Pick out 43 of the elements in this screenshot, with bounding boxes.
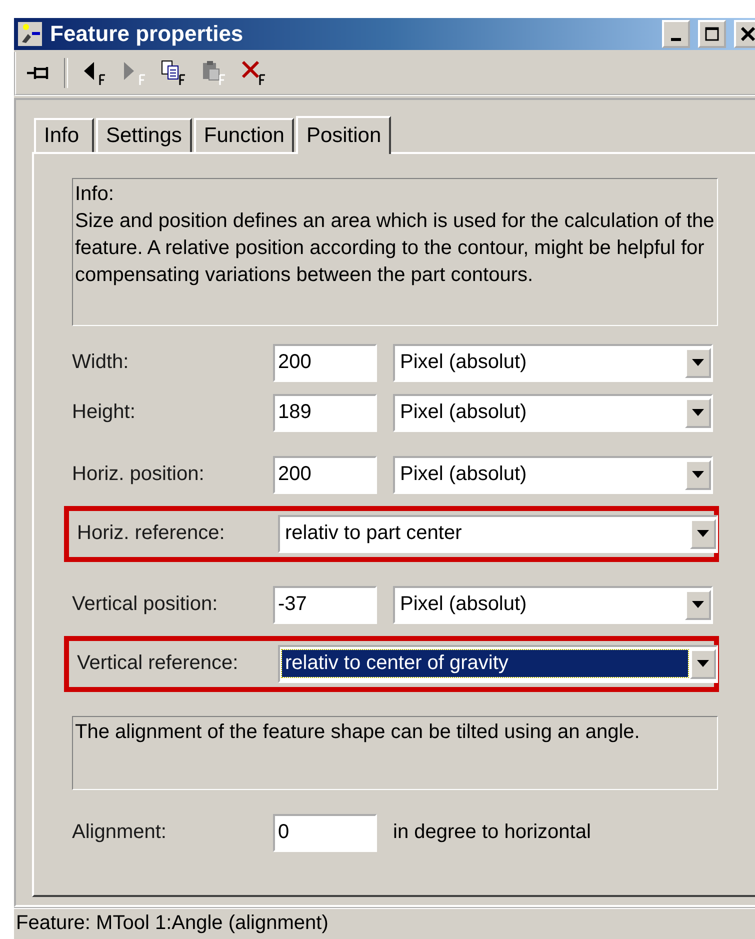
window-title: Feature properties <box>50 21 244 48</box>
field-label: Horiz. position: <box>72 463 206 486</box>
caret-icon <box>692 471 704 478</box>
caret-icon <box>692 601 704 608</box>
number-field[interactable]: -37 <box>273 586 377 624</box>
app-icon <box>18 22 42 46</box>
status-text: Feature: MTool 1:Angle (alignment) <box>16 912 328 936</box>
caret-icon <box>697 660 709 668</box>
number-field[interactable]: 200 <box>273 344 377 382</box>
number-field[interactable]: 200 <box>273 456 377 494</box>
close-icon <box>741 27 755 42</box>
unit-dropdown[interactable]: Pixel (absolut) <box>393 344 713 382</box>
number-field[interactable]: 189 <box>273 394 377 432</box>
info-heading: Info: <box>75 182 115 207</box>
caret-icon <box>692 359 704 366</box>
unit-dropdown[interactable]: Pixel (absolut) <box>393 394 713 432</box>
caret-icon <box>692 409 704 416</box>
tab[interactable]: Position <box>296 116 392 154</box>
reference-dropdown[interactable]: relativ to part center <box>278 514 718 553</box>
note-text: The alignment of the feature shape can be tilted using an angle. <box>75 720 640 743</box>
tab[interactable]: Info <box>34 118 94 152</box>
reference-dropdown[interactable]: relativ to center of gravity <box>278 644 718 683</box>
unit-dropdown[interactable]: Pixel (absolut) <box>393 586 713 624</box>
minimize-icon <box>671 38 681 42</box>
info-text: Size and position defines an area which is used for the calculation of the feature. A relative position according to the contour, might be helpful for compensating variations between the part contours. <box>75 208 716 288</box>
angle-field[interactable]: 0 <box>273 814 377 852</box>
unit-dropdown[interactable]: Pixel (absolut) <box>393 456 713 494</box>
tab[interactable]: Settings <box>96 118 192 152</box>
field-label: Width: <box>72 351 130 374</box>
tab[interactable]: Function <box>194 118 294 152</box>
field-label: Horiz. reference: <box>77 522 226 546</box>
field-label: Height: <box>72 401 136 424</box>
minimize-button[interactable] <box>662 20 690 48</box>
delete-icon[interactable] <box>240 58 266 87</box>
unit-label: in degree to horizontal <box>393 821 591 844</box>
field-label: Vertical reference: <box>77 652 240 676</box>
maximize-button[interactable] <box>698 20 726 48</box>
field-label: Alignment: <box>72 821 168 844</box>
maximize-icon <box>705 27 719 42</box>
field-label: Vertical position: <box>72 593 219 616</box>
copy-icon[interactable] <box>160 58 186 87</box>
close-button[interactable] <box>734 20 755 48</box>
caret-icon <box>697 530 709 538</box>
